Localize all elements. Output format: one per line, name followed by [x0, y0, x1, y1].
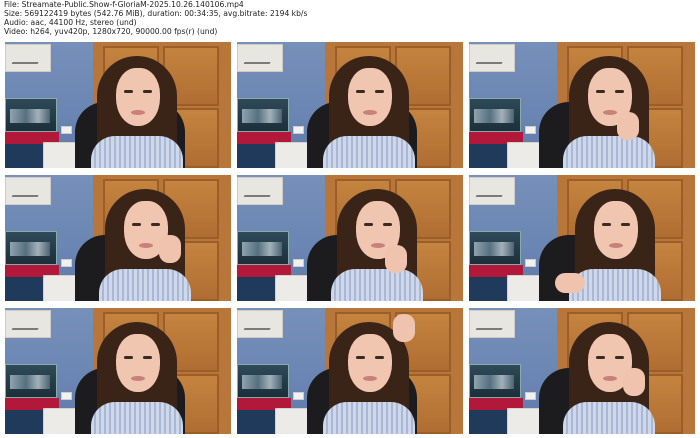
- white-cabinet: [507, 275, 543, 301]
- striped-shirt: [323, 136, 415, 168]
- white-cabinet: [275, 275, 311, 301]
- eye: [375, 90, 384, 93]
- framed-picture: [469, 44, 515, 72]
- face: [348, 334, 392, 392]
- striped-shirt: [99, 269, 191, 301]
- eye: [596, 356, 605, 359]
- video-frame-thumbnail: [237, 175, 463, 301]
- wall-socket: [61, 392, 72, 400]
- white-cabinet: [507, 408, 543, 434]
- wall-poster: [469, 364, 521, 398]
- striped-shirt: [323, 402, 415, 434]
- eye: [615, 90, 624, 93]
- mouth: [609, 243, 623, 248]
- video-frame-thumbnail: [5, 175, 231, 301]
- eye: [596, 90, 605, 93]
- hand: [393, 314, 415, 342]
- face: [594, 201, 638, 259]
- framed-picture: [5, 310, 51, 338]
- wall-socket: [525, 259, 536, 267]
- eye: [375, 356, 384, 359]
- wall-poster: [469, 98, 521, 132]
- eye: [356, 356, 365, 359]
- striped-shirt: [331, 269, 423, 301]
- striped-shirt: [91, 402, 183, 434]
- eye: [602, 223, 611, 226]
- mouth: [363, 376, 377, 381]
- wall-socket: [61, 126, 72, 134]
- wall-poster: [5, 364, 57, 398]
- framed-picture: [5, 177, 51, 205]
- eye: [621, 223, 630, 226]
- framed-picture: [469, 177, 515, 205]
- wall-socket: [293, 126, 304, 134]
- file-info-header: File: Streamate-Public.Show-f-GloriaM-20…: [4, 0, 307, 37]
- eye: [364, 223, 373, 226]
- video-frame-thumbnail: [469, 175, 695, 301]
- white-cabinet: [275, 142, 311, 168]
- face: [116, 68, 160, 126]
- wall-socket: [293, 392, 304, 400]
- mouth: [131, 376, 145, 381]
- eye: [383, 223, 392, 226]
- white-cabinet: [43, 275, 79, 301]
- hand: [385, 245, 407, 273]
- face: [116, 334, 160, 392]
- wall-poster: [237, 98, 289, 132]
- striped-shirt: [91, 136, 183, 168]
- framed-picture: [469, 310, 515, 338]
- framed-picture: [5, 44, 51, 72]
- video-frame-thumbnail: [5, 308, 231, 434]
- wall-poster: [237, 364, 289, 398]
- video-line: Video: h264, yuv420p, 1280x720, 90000.00…: [4, 26, 218, 36]
- white-cabinet: [43, 142, 79, 168]
- video-frame-thumbnail: [237, 308, 463, 434]
- video-frame-thumbnail: [469, 42, 695, 168]
- wall-socket: [525, 392, 536, 400]
- framed-picture: [237, 44, 283, 72]
- framed-picture: [237, 310, 283, 338]
- wall-socket: [61, 259, 72, 267]
- mouth: [603, 376, 617, 381]
- mouth: [139, 243, 153, 248]
- striped-shirt: [563, 402, 655, 434]
- video-frame-thumbnail: [5, 42, 231, 168]
- mouth: [363, 110, 377, 115]
- mouth: [131, 110, 145, 115]
- eye: [151, 223, 160, 226]
- eye: [143, 356, 152, 359]
- wall-socket: [525, 126, 536, 134]
- eye: [132, 223, 141, 226]
- hand: [623, 368, 645, 396]
- wall-poster: [5, 98, 57, 132]
- eye: [143, 90, 152, 93]
- wall-socket: [293, 259, 304, 267]
- hand: [159, 235, 181, 263]
- hand: [555, 273, 585, 293]
- eye: [615, 356, 624, 359]
- face: [348, 68, 392, 126]
- eye: [124, 90, 133, 93]
- striped-shirt: [563, 136, 655, 168]
- white-cabinet: [275, 408, 311, 434]
- video-frame-thumbnail: [237, 42, 463, 168]
- mouth: [603, 110, 617, 115]
- eye: [356, 90, 365, 93]
- framed-picture: [237, 177, 283, 205]
- video-frame-thumbnail: [469, 308, 695, 434]
- wall-poster: [469, 231, 521, 265]
- white-cabinet: [43, 408, 79, 434]
- mouth: [371, 243, 385, 248]
- wall-poster: [5, 231, 57, 265]
- wall-poster: [237, 231, 289, 265]
- hand: [617, 112, 639, 140]
- eye: [124, 356, 133, 359]
- white-cabinet: [507, 142, 543, 168]
